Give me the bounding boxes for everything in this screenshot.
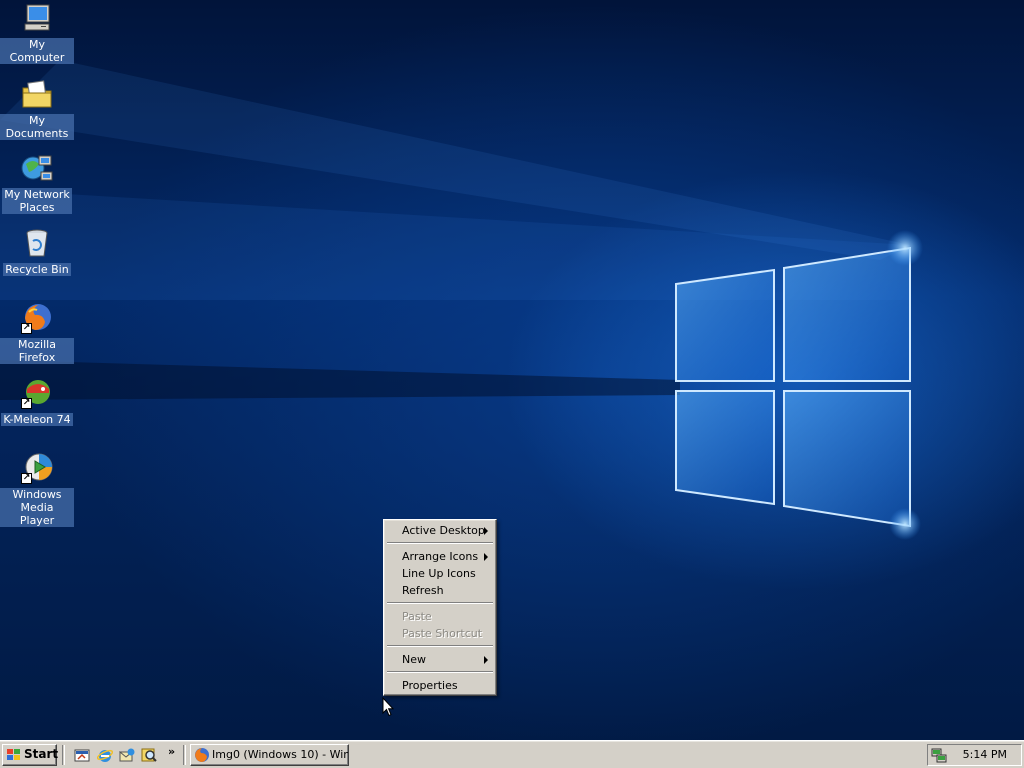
desktop-icon-label: My Documents: [0, 114, 74, 140]
show-desktop-icon[interactable]: [74, 747, 90, 763]
firefox-icon: ↗: [21, 302, 53, 334]
desktop-icon-label: My Network Places: [2, 188, 72, 214]
windows-flag-icon: [7, 749, 20, 760]
menu-item-label: Properties: [402, 679, 458, 692]
media-player-icon: ↗: [21, 452, 53, 484]
menu-item-refresh[interactable]: Refresh: [386, 582, 494, 599]
submenu-arrow-icon: [484, 656, 488, 664]
menu-item-label: Line Up Icons: [402, 567, 476, 580]
desktop-icon-my-network-places[interactable]: My Network Places: [0, 152, 74, 214]
desktop-context-menu: Active Desktop Arrange Icons Line Up Ico…: [383, 519, 497, 696]
shortcut-arrow-icon: ↗: [21, 323, 32, 334]
my-computer-icon: [21, 2, 53, 34]
firefox-icon: [195, 748, 209, 762]
desktop-icon-k-meleon[interactable]: ↗ K-Meleon 74: [0, 377, 74, 426]
start-label: Start: [24, 747, 59, 761]
quick-launch-more-button[interactable]: »: [168, 745, 175, 758]
system-tray: 5:14 PM: [927, 744, 1022, 766]
desktop-icon-label: Recycle Bin: [3, 263, 71, 276]
desktop-icon-label: K-Meleon 74: [1, 413, 73, 426]
menu-item-properties[interactable]: Properties: [386, 677, 494, 694]
network-places-icon: [21, 152, 53, 184]
submenu-arrow-icon: [484, 553, 488, 561]
desktop-wallpaper: [0, 0, 1024, 740]
menu-separator: [386, 668, 494, 677]
desktop-icon-recycle-bin[interactable]: Recycle Bin: [0, 227, 74, 276]
menu-item-arrange-icons[interactable]: Arrange Icons: [386, 548, 494, 565]
menu-item-label: Paste: [402, 610, 432, 623]
toolbar-grip[interactable]: [62, 745, 65, 765]
menu-item-paste: Paste: [386, 608, 494, 625]
menu-item-line-up-icons[interactable]: Line Up Icons: [386, 565, 494, 582]
my-documents-icon: [21, 78, 53, 110]
k-meleon-icon: ↗: [21, 377, 53, 409]
desktop-icon-my-computer[interactable]: My Computer: [0, 2, 74, 64]
outlook-express-icon[interactable]: [119, 747, 135, 763]
menu-item-label: Active Desktop: [402, 524, 485, 537]
mouse-cursor-icon: [382, 697, 394, 717]
menu-item-label: Refresh: [402, 584, 444, 597]
taskbar-button-label: Img0 (Windows 10) - Win...: [212, 748, 349, 761]
desktop-icon-label: Windows Media Player: [0, 488, 74, 527]
menu-separator: [386, 539, 494, 548]
menu-separator: [386, 599, 494, 608]
menu-item-label: Arrange Icons: [402, 550, 479, 563]
menu-item-new[interactable]: New: [386, 651, 494, 668]
search-icon[interactable]: [141, 747, 157, 763]
menu-item-active-desktop[interactable]: Active Desktop: [386, 522, 494, 539]
network-connection-icon[interactable]: [931, 747, 947, 763]
taskbar: Start » Img0 (Windows 10) - Win... 5:14 …: [0, 740, 1024, 768]
menu-item-label: Paste Shortcut: [402, 627, 483, 640]
windows-logo-wallpaper: [0, 60, 923, 540]
toolbar-grip[interactable]: [183, 745, 186, 765]
menu-item-paste-shortcut: Paste Shortcut: [386, 625, 494, 642]
internet-explorer-icon[interactable]: [97, 747, 113, 763]
menu-item-label: New: [402, 653, 426, 666]
submenu-arrow-icon: [484, 527, 488, 535]
taskbar-button-img0[interactable]: Img0 (Windows 10) - Win...: [190, 744, 349, 766]
desktop-icon-mozilla-firefox[interactable]: ↗ Mozilla Firefox: [0, 302, 74, 364]
desktop-icon-label: Mozilla Firefox: [0, 338, 74, 364]
start-button[interactable]: Start: [2, 744, 59, 766]
shortcut-arrow-icon: ↗: [21, 398, 32, 409]
shortcut-arrow-icon: ↗: [21, 473, 32, 484]
menu-separator: [386, 642, 494, 651]
desktop-icon-label: My Computer: [0, 38, 74, 64]
clock[interactable]: 5:14 PM: [963, 748, 1007, 761]
recycle-bin-icon: [21, 227, 53, 259]
desktop-icon-windows-media-player[interactable]: ↗ Windows Media Player: [0, 452, 74, 527]
desktop-icon-my-documents[interactable]: My Documents: [0, 78, 74, 140]
